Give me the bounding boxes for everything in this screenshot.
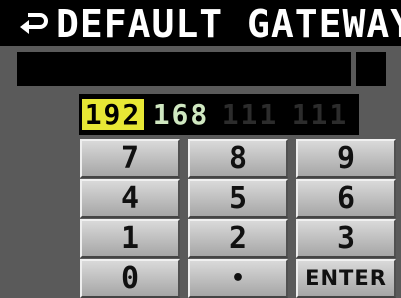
return-arrow-icon[interactable]	[18, 11, 48, 35]
octet-3[interactable]: 111	[219, 99, 281, 130]
octet-2[interactable]: 168	[150, 99, 212, 130]
octet-4[interactable]: 111	[289, 99, 351, 130]
enter-button[interactable]: ENTER	[296, 259, 396, 298]
aux-display	[356, 52, 386, 86]
key-6[interactable]: 6	[296, 179, 396, 218]
key-7[interactable]: 7	[80, 139, 180, 178]
title-bar: DEFAULT GATEWAY	[0, 0, 401, 46]
key-dot[interactable]: •	[188, 259, 288, 298]
key-1[interactable]: 1	[80, 219, 180, 258]
key-8[interactable]: 8	[188, 139, 288, 178]
octet-1[interactable]: 192	[82, 99, 144, 130]
page-title: DEFAULT GATEWAY	[56, 2, 401, 46]
key-4[interactable]: 4	[80, 179, 180, 218]
key-5[interactable]: 5	[188, 179, 288, 218]
name-display	[17, 52, 351, 86]
key-3[interactable]: 3	[296, 219, 396, 258]
key-9[interactable]: 9	[296, 139, 396, 178]
key-0[interactable]: 0	[80, 259, 180, 298]
key-2[interactable]: 2	[188, 219, 288, 258]
